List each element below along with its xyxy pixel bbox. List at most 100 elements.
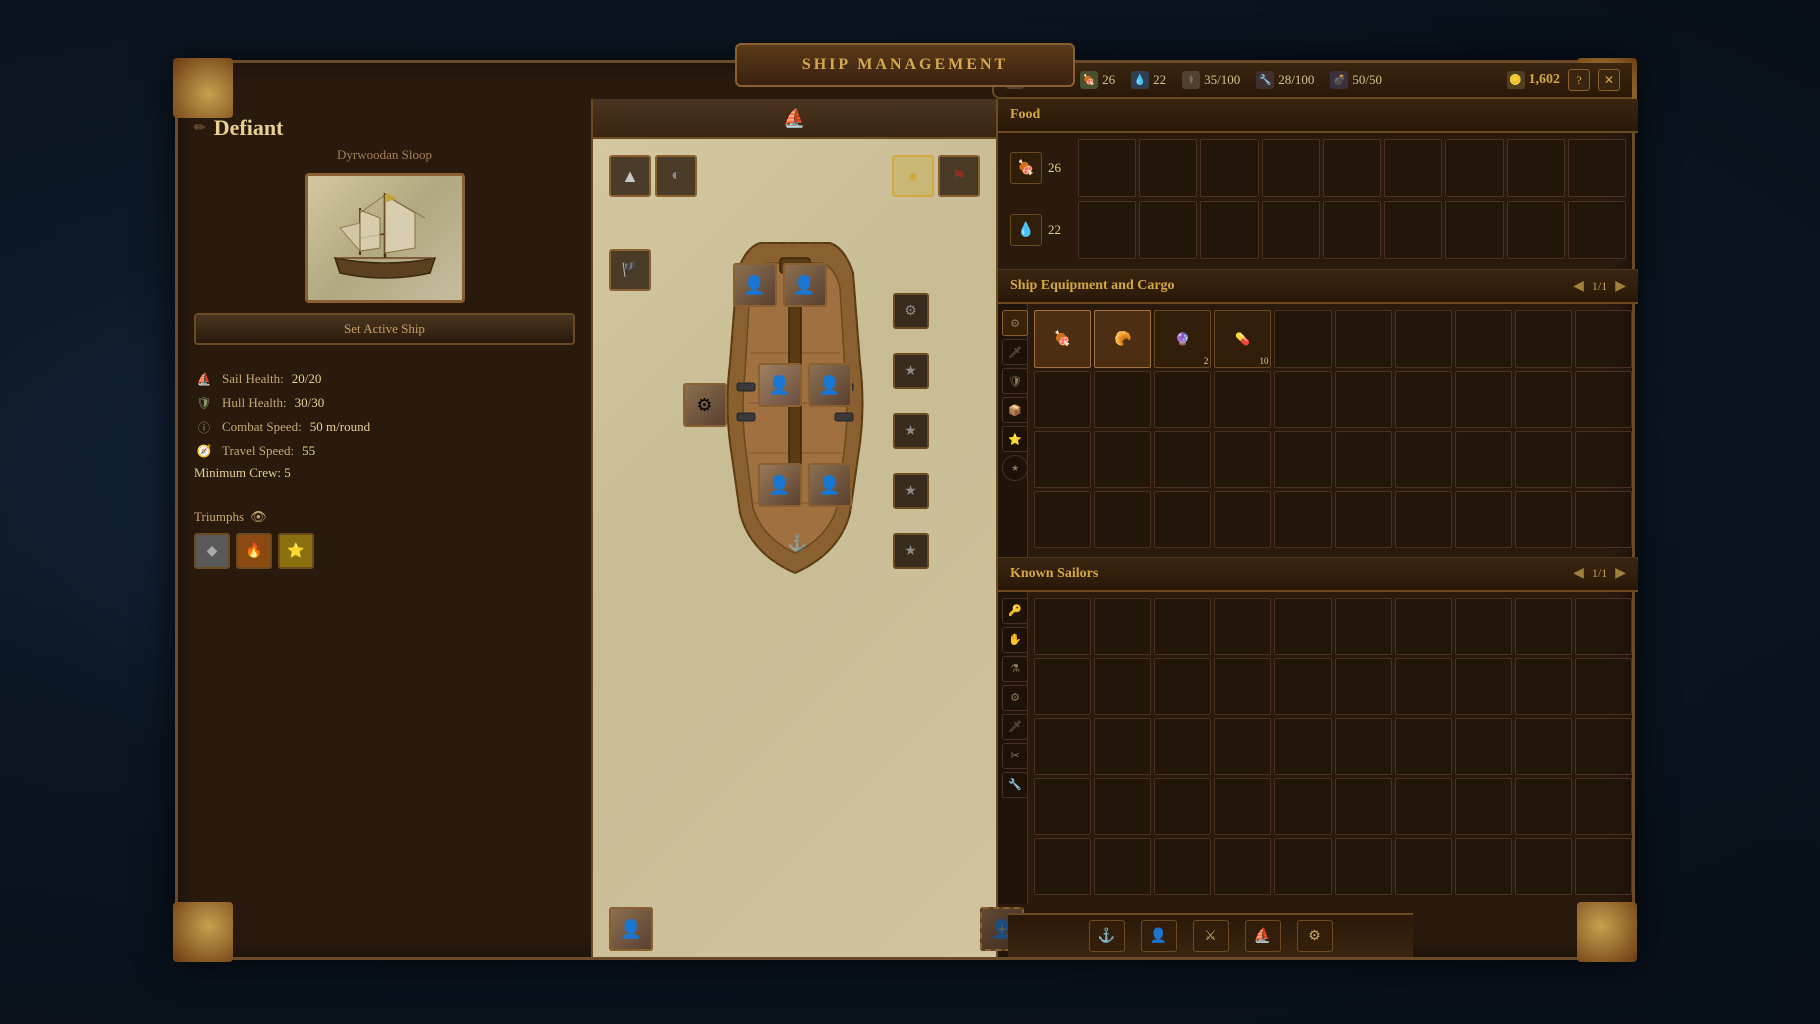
water-cell-7[interactable] [1445, 201, 1503, 259]
port-side-slot[interactable]: 🏴 [609, 249, 651, 291]
cargo-cell-11[interactable] [1034, 371, 1091, 428]
sailors-content-wrapper: 🔑 ✋ ⚗ ⚙ 🗡 ✂ 🔧 [998, 592, 1638, 905]
combat-speed-icon: ⓘ [194, 417, 214, 437]
sailor-cat-1[interactable]: 🔑 [1002, 598, 1028, 624]
sailors-nav-left[interactable]: ◀ [1573, 565, 1584, 582]
food-cell-2[interactable] [1139, 139, 1197, 197]
eye-icon: 👁 [250, 509, 267, 525]
water-cell-4[interactable] [1262, 201, 1320, 259]
food-cell-9[interactable] [1568, 139, 1626, 197]
bottom-crew-3[interactable]: 👤 [609, 907, 653, 951]
food-cell-8[interactable] [1507, 139, 1565, 197]
food-cell-1[interactable] [1078, 139, 1136, 197]
cargo-nav-left[interactable]: ◀ [1573, 278, 1584, 295]
water-cell-2[interactable] [1139, 201, 1197, 259]
ship-type: Dyrwoodan Sloop [194, 147, 575, 163]
sailor-cat-3[interactable]: ⚗ [1002, 656, 1028, 682]
cargo-section-header: Ship Equipment and Cargo ◀ 1/1 ▶ [998, 270, 1638, 304]
sail-health-stat: ⛵ Sail Health: 20/20 [194, 369, 575, 389]
sailor-cat-7[interactable]: 🔧 [1002, 772, 1028, 798]
star-slot-2[interactable]: ★ [893, 353, 929, 389]
star-slot-1[interactable]: ⚙ [893, 293, 929, 329]
star-slot-5[interactable]: ★ [893, 533, 929, 569]
food-resource: 🍖 26 [1080, 71, 1115, 89]
water-cell-5[interactable] [1323, 201, 1381, 259]
cargo-page: 1/1 [1592, 279, 1607, 294]
sailor-cat-4[interactable]: ⚙ [1002, 685, 1028, 711]
figurehead-slot[interactable]: ◐ [655, 155, 697, 197]
water-cell-8[interactable] [1507, 201, 1565, 259]
sailor-cat-2[interactable]: ✋ [1002, 627, 1028, 653]
water-value: 22 [1153, 72, 1166, 88]
food-cell-4[interactable] [1262, 139, 1320, 197]
food-content: 🍖 26 💧 [998, 133, 1638, 269]
cargo-item-bread[interactable]: 🥐 [1094, 310, 1151, 367]
edit-icon[interactable]: ✏ [194, 120, 206, 137]
water-cell-6[interactable] [1384, 201, 1442, 259]
crew-slot-lower-left[interactable]: 👤 [758, 463, 802, 507]
cargo-cell-7[interactable] [1395, 310, 1452, 367]
star-slot-4[interactable]: ★ [893, 473, 929, 509]
cargo-item-3[interactable]: 🔮 2 [1154, 310, 1211, 367]
food-section: Food 🍖 26 [998, 99, 1638, 269]
ship-stats: ⛵ Sail Health: 20/20 🛡 Hull Health: 30/3… [194, 361, 575, 493]
flag-slot[interactable]: ⚑ [938, 155, 980, 197]
ammo-icon: 💣 [1330, 71, 1348, 89]
water-cell-9[interactable] [1568, 201, 1626, 259]
min-crew-stat: Minimum Crew: 5 [194, 465, 575, 481]
sailor-cat-6[interactable]: ✂ [1002, 743, 1028, 769]
crew-slot-cannon-left[interactable]: ⚙ [683, 383, 727, 427]
water-cell-3[interactable] [1200, 201, 1258, 259]
category-btn-6[interactable]: ★ [1002, 455, 1028, 481]
category-btn-5[interactable]: ⭐ [1002, 426, 1028, 452]
cargo-nav-right[interactable]: ▶ [1615, 278, 1626, 295]
category-btn-4[interactable]: 📦 [1002, 397, 1028, 423]
triumph-badge-2: 🔥 [236, 533, 272, 569]
cargo-item-meat[interactable]: 🍖 [1034, 310, 1091, 367]
food-cell-3[interactable] [1200, 139, 1258, 197]
cargo-cell-5[interactable] [1274, 310, 1331, 367]
ship-name: Defiant [214, 115, 284, 141]
crew-slot-captain[interactable]: 👤 [758, 363, 802, 407]
cargo-category-icons: ⚙ 🗡 🛡 📦 ⭐ ★ [998, 304, 1028, 556]
food-cell-5[interactable] [1323, 139, 1381, 197]
sailors-section-header: Known Sailors ◀ 1/1 ▶ [998, 558, 1638, 592]
category-btn-2[interactable]: 🗡 [1002, 339, 1028, 365]
star-slot-3[interactable]: ★ [893, 413, 929, 449]
help-button[interactable]: ? [1568, 69, 1590, 91]
crew-slot-mid-right[interactable]: 👤 [808, 363, 852, 407]
sailors-section: Known Sailors ◀ 1/1 ▶ 🔑 ✋ ⚗ ⚙ 🗡 ✂ 🔧 [998, 558, 1638, 905]
water-resource: 💧 22 [1131, 71, 1166, 89]
set-active-ship-button[interactable]: Set Active Ship [194, 313, 575, 345]
category-btn-3[interactable]: 🛡 [1002, 368, 1028, 394]
sailor-cat-5[interactable]: 🗡 [1002, 714, 1028, 740]
cargo-cell-9[interactable] [1515, 310, 1572, 367]
combat-speed-stat: ⓘ Combat Speed: 50 m/round [194, 417, 575, 437]
cargo-cell-10[interactable] [1575, 310, 1632, 367]
crew-slot-top-right[interactable]: 👤 [783, 263, 827, 307]
cargo-cell-6[interactable] [1335, 310, 1392, 367]
gold-icon: 🪙 [1507, 71, 1525, 89]
food-cell-7[interactable] [1445, 139, 1503, 197]
left-panel: ✏ Defiant Dyrwoodan Sloop [178, 99, 593, 957]
water-amount: 22 [1048, 222, 1072, 238]
food-cell-6[interactable] [1384, 139, 1442, 197]
sailors-nav-right[interactable]: ▶ [1615, 565, 1626, 582]
cargo-inventory-grid: 🍖 🥐 🔮 2 💊 10 [1028, 304, 1638, 556]
travel-speed-stat: 🧭 Travel Speed: 55 [194, 441, 575, 461]
water-cell-1[interactable] [1078, 201, 1136, 259]
center-panel: ⛵ ▲ ◐ ● ⚑ [593, 99, 998, 957]
cargo-cell-8[interactable] [1455, 310, 1512, 367]
cargo-item-4[interactable]: 💊 10 [1214, 310, 1271, 367]
crew-slot-lower-right[interactable]: 👤 [808, 463, 852, 507]
crew-slot-top-left[interactable]: 👤 [733, 263, 777, 307]
category-btn-1[interactable]: ⚙ [1002, 310, 1028, 336]
sailor-cell-1[interactable] [1034, 598, 1091, 655]
close-button[interactable]: ✕ [1598, 69, 1620, 91]
water-item-icon: 💧 [1010, 214, 1042, 246]
food-icon: 🍖 [1080, 71, 1098, 89]
sail-slot[interactable]: ▲ [609, 155, 651, 197]
ship-name-row: ✏ Defiant [194, 115, 575, 141]
banner-slot[interactable]: ● [892, 155, 934, 197]
ship-header-icon: ⛵ [783, 108, 805, 129]
